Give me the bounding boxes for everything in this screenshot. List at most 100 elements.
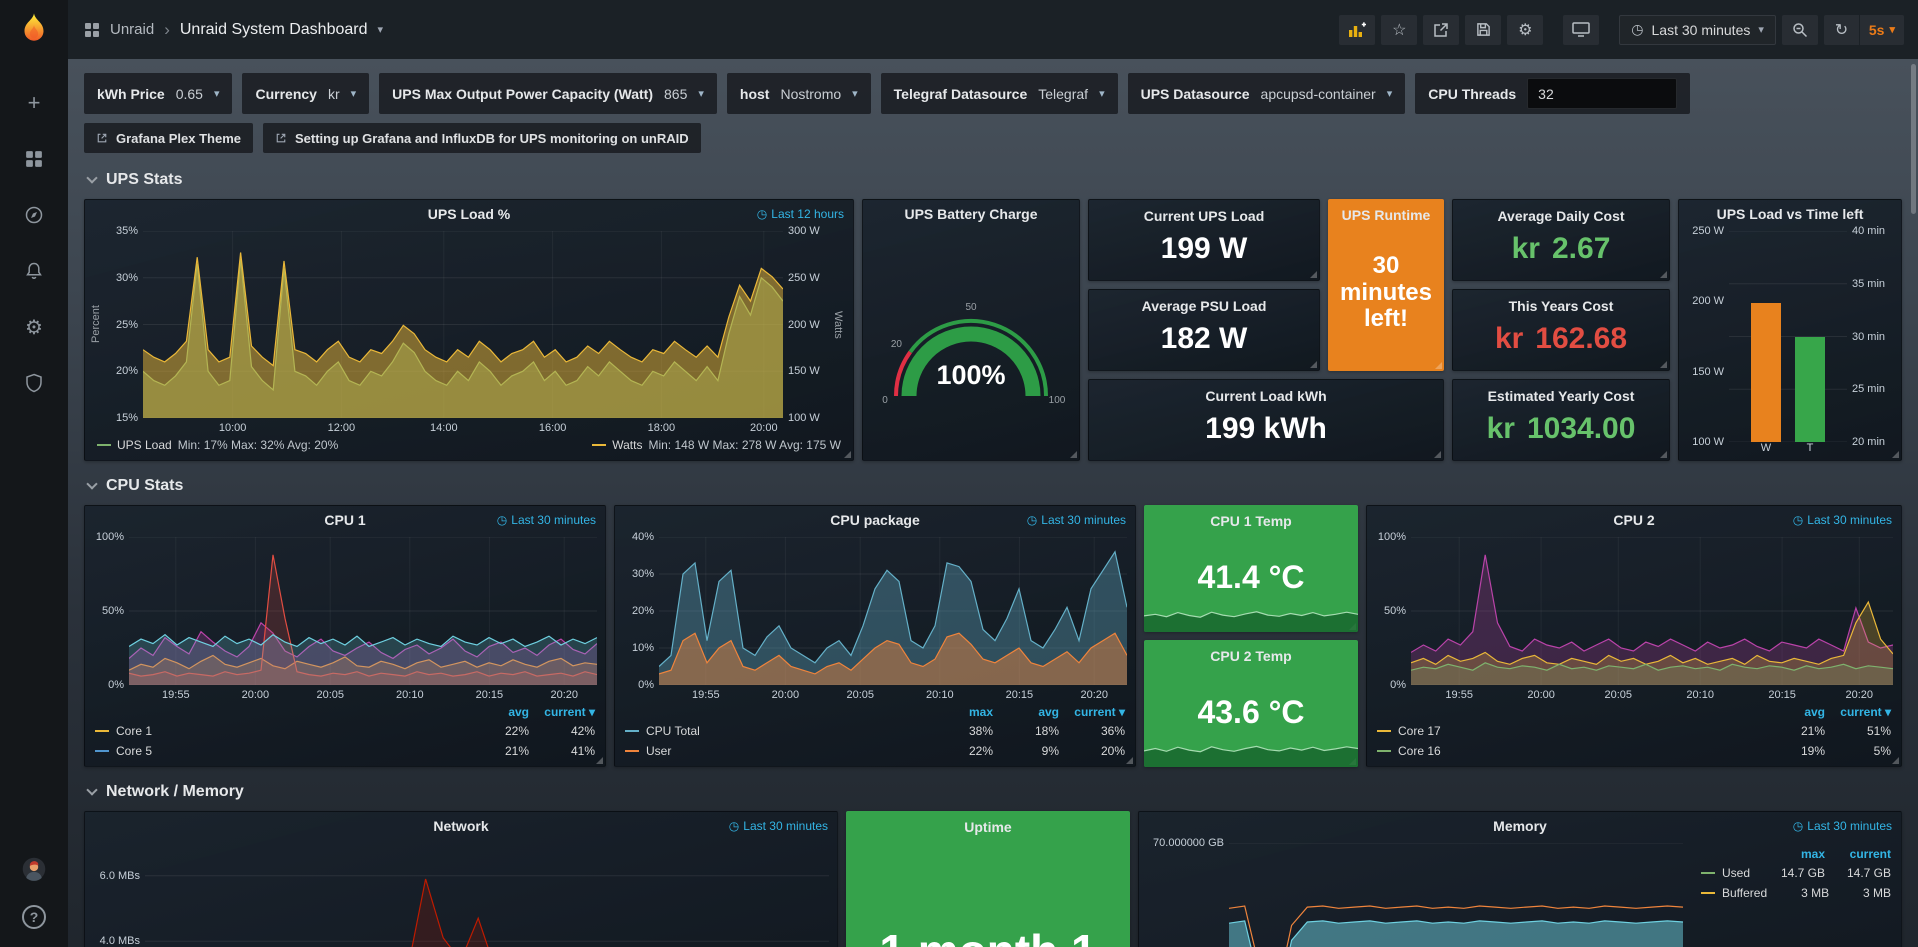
legend-column-max[interactable]: max	[1759, 847, 1825, 861]
panel-resize-handle[interactable]	[1892, 451, 1899, 458]
stat-title[interactable]: This Years Cost	[1453, 298, 1669, 314]
panel-title[interactable]: UPS Load %	[428, 206, 510, 222]
sidebar-item-server-admin[interactable]	[16, 369, 52, 397]
variable-input[interactable]	[1527, 78, 1677, 109]
legend-column-avg[interactable]: avg	[463, 705, 529, 719]
legend-column-current[interactable]: current ▾	[1825, 705, 1891, 719]
legend-series-label[interactable]: Core 5	[95, 744, 463, 758]
sidebar-item-alerting[interactable]	[16, 257, 52, 285]
zoom-out-button[interactable]	[1782, 15, 1818, 45]
stat-title[interactable]: Estimated Yearly Cost	[1453, 388, 1669, 404]
refresh-interval-picker[interactable]: 5s ▾	[1860, 15, 1904, 45]
legend-series-label[interactable]: Core 16	[1377, 744, 1759, 758]
panel-resize-handle[interactable]	[1126, 757, 1133, 764]
stat-title[interactable]: Average Daily Cost	[1453, 208, 1669, 224]
scrollbar-thumb[interactable]	[1911, 64, 1916, 214]
panel-title[interactable]: Memory	[1493, 818, 1547, 834]
legend-series-label[interactable]: Core 17	[1377, 724, 1759, 738]
legend-column-current[interactable]: current	[1825, 847, 1891, 861]
legend-series-label[interactable]: Buffered	[1701, 886, 1767, 900]
panel-timerange[interactable]: ◷ Last 30 minutes	[1793, 819, 1892, 833]
panel-timerange[interactable]: ◷ Last 30 minutes	[497, 513, 596, 527]
stat-title[interactable]: Current UPS Load	[1089, 208, 1319, 224]
section-title: UPS Stats	[106, 171, 182, 189]
axis-tick: 25 min	[1852, 383, 1885, 395]
panel-title[interactable]: CPU 2	[1613, 512, 1654, 528]
time-range-picker[interactable]: ◷ Last 30 minutes ▾	[1619, 15, 1776, 45]
section-cpu-stats[interactable]: CPU Stats	[84, 472, 1902, 500]
section-network-memory[interactable]: Network / Memory	[84, 778, 1902, 806]
legend-series-label[interactable]: Watts	[612, 438, 642, 452]
dashboard-link[interactable]: Setting up Grafana and InfluxDB for UPS …	[263, 123, 701, 153]
save-button[interactable]	[1465, 15, 1501, 45]
stat-title[interactable]: UPS Runtime	[1328, 207, 1444, 223]
panel-title[interactable]: CPU 1	[324, 512, 365, 528]
panel-title[interactable]: Network	[433, 818, 488, 834]
variable-pill[interactable]: Currencykr▾	[242, 73, 369, 114]
panel-timerange[interactable]: ◷ Last 30 minutes	[1027, 513, 1126, 527]
user-avatar[interactable]	[16, 855, 52, 883]
axis-tick: 4.0 MBs	[100, 935, 140, 947]
variable-pill[interactable]: CPU Threads	[1415, 73, 1690, 114]
stat-title[interactable]: CPU 2 Temp	[1144, 648, 1358, 664]
cycle-view-button[interactable]	[1563, 15, 1599, 45]
sidebar-item-configuration[interactable]: ⚙	[16, 313, 52, 341]
dashboard-link[interactable]: Grafana Plex Theme	[84, 123, 253, 153]
bar-chart[interactable]	[1729, 231, 1847, 442]
sidebar-item-create[interactable]: +	[16, 89, 52, 117]
ups-load-chart[interactable]	[143, 231, 783, 418]
memory-chart[interactable]	[1229, 843, 1683, 947]
legend-column-avg[interactable]: avg	[1759, 705, 1825, 719]
legend-column-current[interactable]: current ▾	[1059, 705, 1125, 719]
cpu-package-chart[interactable]	[659, 537, 1127, 685]
variable-label: Telegraf Datasource	[894, 86, 1028, 102]
gauge-tick: 100	[1049, 395, 1066, 406]
panel-timerange[interactable]: ◷ Last 30 minutes	[729, 819, 828, 833]
panel-resize-handle[interactable]	[1892, 757, 1899, 764]
legend-series-label[interactable]: Core 1	[95, 724, 463, 738]
section-ups-stats[interactable]: UPS Stats	[84, 166, 1902, 194]
stat-title[interactable]: Average PSU Load	[1089, 298, 1319, 314]
cpu1-chart[interactable]	[129, 537, 597, 685]
network-chart[interactable]	[145, 843, 829, 947]
breadcrumb-app[interactable]: Unraid	[110, 21, 154, 38]
legend-series-label[interactable]: User	[625, 744, 927, 758]
stat-title[interactable]: Current Load kWh	[1089, 388, 1443, 404]
variable-pill[interactable]: hostNostromo▾	[727, 73, 871, 114]
sidebar-item-explore[interactable]	[16, 201, 52, 229]
grafana-logo[interactable]	[0, 0, 68, 59]
refresh-button[interactable]: ↻	[1824, 15, 1860, 45]
panel-title[interactable]: CPU package	[830, 512, 919, 528]
chevron-down-icon[interactable]: ▾	[378, 23, 384, 36]
stat-title[interactable]: CPU 1 Temp	[1144, 513, 1358, 529]
legend-series-label[interactable]: Used	[1701, 866, 1759, 880]
legend-series-label[interactable]: CPU Total	[625, 724, 927, 738]
variable-pill[interactable]: UPS Max Output Power Capacity (Watt)865▾	[379, 73, 717, 114]
legend-column-current[interactable]: current ▾	[529, 705, 595, 719]
variable-pill[interactable]: Telegraf DatasourceTelegraf▾	[881, 73, 1118, 114]
share-button[interactable]	[1423, 15, 1459, 45]
variable-pill[interactable]: UPS Datasourceapcupsd-container▾	[1128, 73, 1406, 114]
sidebar-item-dashboards[interactable]	[16, 145, 52, 173]
legend-series-label[interactable]: UPS Load	[117, 438, 172, 452]
legend-column-avg[interactable]: avg	[993, 705, 1059, 719]
panel-title[interactable]: UPS Load vs Time left	[1717, 206, 1864, 222]
panel-timerange[interactable]: ◷ Last 12 hours	[757, 207, 844, 221]
panel-resize-handle[interactable]	[844, 451, 851, 458]
panel-resize-handle[interactable]	[596, 757, 603, 764]
star-button[interactable]: ☆	[1381, 15, 1417, 45]
breadcrumb-page-title[interactable]: Unraid System Dashboard	[180, 21, 368, 39]
legend-header: avgcurrent ▾	[1377, 703, 1891, 721]
apps-grid-icon[interactable]	[84, 22, 100, 38]
panel-resize-handle[interactable]	[1070, 451, 1077, 458]
help-button[interactable]: ?	[16, 903, 52, 931]
panel-title[interactable]: UPS Battery Charge	[904, 206, 1037, 222]
legend-column-max[interactable]: max	[927, 705, 993, 719]
add-panel-button[interactable]	[1339, 15, 1375, 45]
cpu2-chart[interactable]	[1411, 537, 1893, 685]
panel-timerange[interactable]: ◷ Last 30 minutes	[1793, 513, 1892, 527]
panel-ups-runtime: UPS Runtime 30 minutes left!	[1328, 199, 1444, 371]
stat-title[interactable]: Uptime	[846, 819, 1130, 835]
variable-pill[interactable]: kWh Price0.65▾	[84, 73, 232, 114]
dashboard-settings-button[interactable]: ⚙	[1507, 15, 1543, 45]
